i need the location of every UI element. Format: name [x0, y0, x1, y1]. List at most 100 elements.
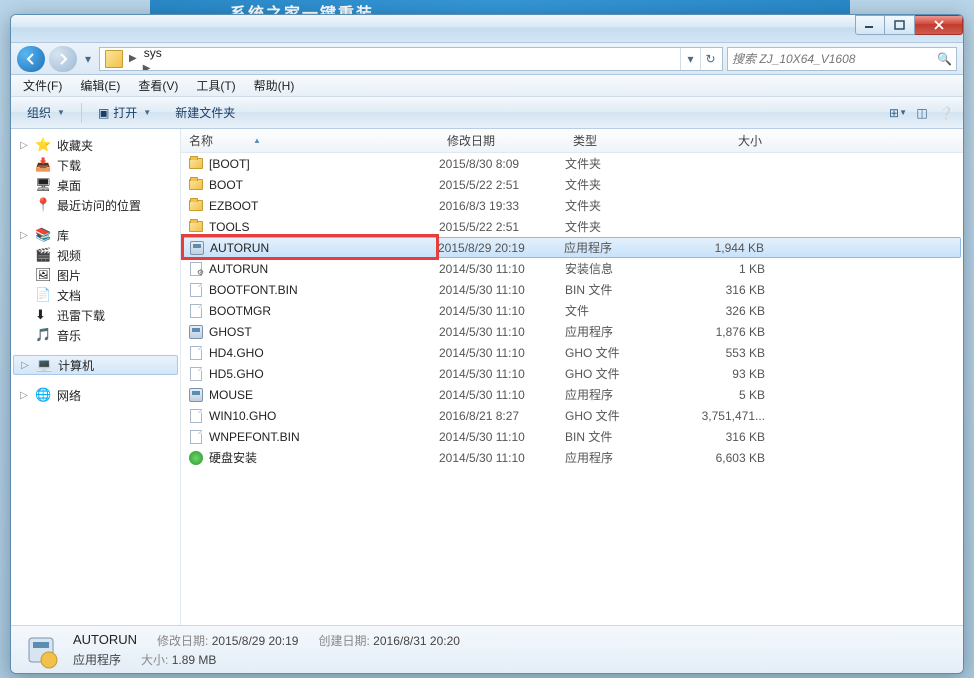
- back-button[interactable]: [17, 46, 45, 72]
- forward-button[interactable]: [49, 46, 77, 72]
- file-icon: [187, 366, 205, 382]
- file-row[interactable]: WNPEFONT.BIN2014/5/30 11:10BIN 文件316 KB: [181, 426, 963, 447]
- tree-item[interactable]: ⬇迅雷下载: [11, 305, 180, 325]
- menu-tools[interactable]: 工具(T): [188, 75, 243, 96]
- file-row[interactable]: HD5.GHO2014/5/30 11:10GHO 文件93 KB: [181, 363, 963, 384]
- file-size: 553 KB: [681, 346, 765, 360]
- file-name: AUTORUN: [210, 241, 438, 255]
- expand-icon[interactable]: ▷: [19, 390, 29, 401]
- column-size[interactable]: 大小: [681, 132, 771, 149]
- column-headers[interactable]: 名称▲ 修改日期 类型 大小: [181, 129, 963, 153]
- minimize-button[interactable]: [855, 15, 885, 35]
- organize-button[interactable]: 组织▼: [19, 101, 73, 124]
- folder-icon: [187, 177, 205, 193]
- file-row[interactable]: BOOTMGR2014/5/30 11:10文件326 KB: [181, 300, 963, 321]
- toolbar: 组织▼ ▣打开▼ 新建文件夹 ⊞ ▼ ◫ ❔: [11, 97, 963, 129]
- titlebar[interactable]: [11, 15, 963, 43]
- tree-item[interactable]: ▷📚库: [11, 225, 180, 245]
- recent-icon: 📍: [35, 197, 51, 213]
- view-options-button[interactable]: ⊞ ▼: [889, 104, 907, 122]
- file-size: 3,751,471...: [681, 409, 765, 423]
- file-name: TOOLS: [209, 220, 439, 234]
- help-button[interactable]: ❔: [937, 104, 955, 122]
- tree-label: 库: [57, 227, 69, 244]
- breadcrumb[interactable]: ▶ 计算机▶Seagate Backup Plus Drive (E:)▶sys…: [99, 47, 723, 71]
- exe-icon: [187, 324, 205, 340]
- download-icon: 📥: [35, 157, 51, 173]
- tree-label: 下载: [57, 157, 81, 174]
- file-type: GHO 文件: [565, 365, 681, 382]
- refresh-button[interactable]: ↻: [700, 48, 720, 70]
- status-filetype: 应用程序: [73, 651, 121, 668]
- column-date[interactable]: 修改日期: [439, 132, 565, 149]
- file-size: 1,944 KB: [680, 241, 764, 255]
- tree-item[interactable]: ▷⭐收藏夹: [11, 135, 180, 155]
- file-name: 硬盘安装: [209, 449, 439, 466]
- search-box[interactable]: 🔍: [727, 47, 957, 71]
- tree-item[interactable]: 🎬视频: [11, 245, 180, 265]
- file-row[interactable]: BOOTFONT.BIN2014/5/30 11:10BIN 文件316 KB: [181, 279, 963, 300]
- file-row[interactable]: BOOT2015/5/22 2:51文件夹: [181, 174, 963, 195]
- tree-item[interactable]: 🖥桌面: [11, 175, 180, 195]
- file-row[interactable]: EZBOOT2016/8/3 19:33文件夹: [181, 195, 963, 216]
- chevron-right-icon[interactable]: ▶: [126, 53, 140, 64]
- tree-item[interactable]: ▷🌐网络: [11, 385, 180, 405]
- file-date: 2014/5/30 11:10: [439, 451, 565, 465]
- navigation-tree[interactable]: ▷⭐收藏夹 📥 下载🖥桌面 📍 最近访问的位置 ▷📚库🎬视频🖼图片📄文档⬇迅雷下载🎵音乐 ▷…: [11, 129, 181, 625]
- close-button[interactable]: [915, 15, 963, 35]
- file-icon: [187, 345, 205, 361]
- column-name[interactable]: 名称▲: [181, 132, 439, 149]
- computer-icon: 💻: [36, 357, 52, 373]
- menu-edit[interactable]: 编辑(E): [72, 75, 128, 96]
- file-date: 2016/8/3 19:33: [439, 199, 565, 213]
- file-row[interactable]: 硬盘安装2014/5/30 11:10应用程序6,603 KB: [181, 447, 963, 468]
- tree-label: 最近访问的位置: [57, 197, 141, 214]
- preview-pane-button[interactable]: ◫: [913, 104, 931, 122]
- file-type: 文件夹: [565, 218, 681, 235]
- tree-item[interactable]: 📄文档: [11, 285, 180, 305]
- tree-item[interactable]: 📥 下载: [11, 155, 180, 175]
- menu-view[interactable]: 查看(V): [130, 75, 186, 96]
- search-icon[interactable]: 🔍: [937, 52, 952, 66]
- file-row[interactable]: HD4.GHO2014/5/30 11:10GHO 文件553 KB: [181, 342, 963, 363]
- file-row[interactable]: WIN10.GHO2016/8/21 8:27GHO 文件3,751,471..…: [181, 405, 963, 426]
- file-row[interactable]: TOOLS2015/5/22 2:51文件夹: [181, 216, 963, 237]
- column-type[interactable]: 类型: [565, 132, 681, 149]
- file-type: 文件: [565, 302, 681, 319]
- file-row[interactable]: AUTORUN2015/8/29 20:19应用程序1,944 KB: [183, 237, 961, 258]
- new-folder-button[interactable]: 新建文件夹: [167, 101, 243, 124]
- file-row[interactable]: MOUSE2014/5/30 11:10应用程序5 KB: [181, 384, 963, 405]
- file-date: 2014/5/30 11:10: [439, 262, 565, 276]
- expand-icon[interactable]: ▷: [19, 140, 29, 151]
- file-date: 2015/8/30 8:09: [439, 157, 565, 171]
- chevron-right-icon[interactable]: ▶: [140, 63, 154, 71]
- file-size: 6,603 KB: [681, 451, 765, 465]
- search-input[interactable]: [732, 52, 937, 66]
- file-row[interactable]: GHOST2014/5/30 11:10应用程序1,876 KB: [181, 321, 963, 342]
- file-size: 326 KB: [681, 304, 765, 318]
- menubar: 文件(F) 编辑(E) 查看(V) 工具(T) 帮助(H): [11, 75, 963, 97]
- statusbar: AUTORUN 修改日期: 2015/8/29 20:19 创建日期: 2016…: [11, 625, 963, 673]
- breadcrumb-segment[interactable]: sys: [140, 47, 317, 61]
- file-date: 2014/5/30 11:10: [439, 430, 565, 444]
- menu-help[interactable]: 帮助(H): [246, 75, 303, 96]
- file-type: 文件夹: [565, 197, 681, 214]
- tree-item[interactable]: 🎵音乐: [11, 325, 180, 345]
- file-date: 2014/5/30 11:10: [439, 304, 565, 318]
- tree-item[interactable]: ▷💻计算机: [13, 355, 178, 375]
- tree-item[interactable]: 🖼图片: [11, 265, 180, 285]
- folder-icon: [105, 50, 123, 68]
- tree-item[interactable]: 📍 最近访问的位置: [11, 195, 180, 215]
- file-size: 93 KB: [681, 367, 765, 381]
- expand-icon[interactable]: ▷: [19, 230, 29, 241]
- expand-icon[interactable]: ▷: [20, 360, 30, 371]
- breadcrumb-dropdown[interactable]: ▾: [680, 48, 700, 70]
- file-date: 2016/8/21 8:27: [439, 409, 565, 423]
- open-button[interactable]: ▣打开▼: [90, 101, 159, 124]
- file-row[interactable]: [BOOT]2015/8/30 8:09文件夹: [181, 153, 963, 174]
- maximize-button[interactable]: [885, 15, 915, 35]
- file-name: WIN10.GHO: [209, 409, 439, 423]
- file-row[interactable]: AUTORUN2014/5/30 11:10安装信息1 KB: [181, 258, 963, 279]
- history-dropdown[interactable]: ▾: [81, 47, 95, 71]
- menu-file[interactable]: 文件(F): [15, 75, 70, 96]
